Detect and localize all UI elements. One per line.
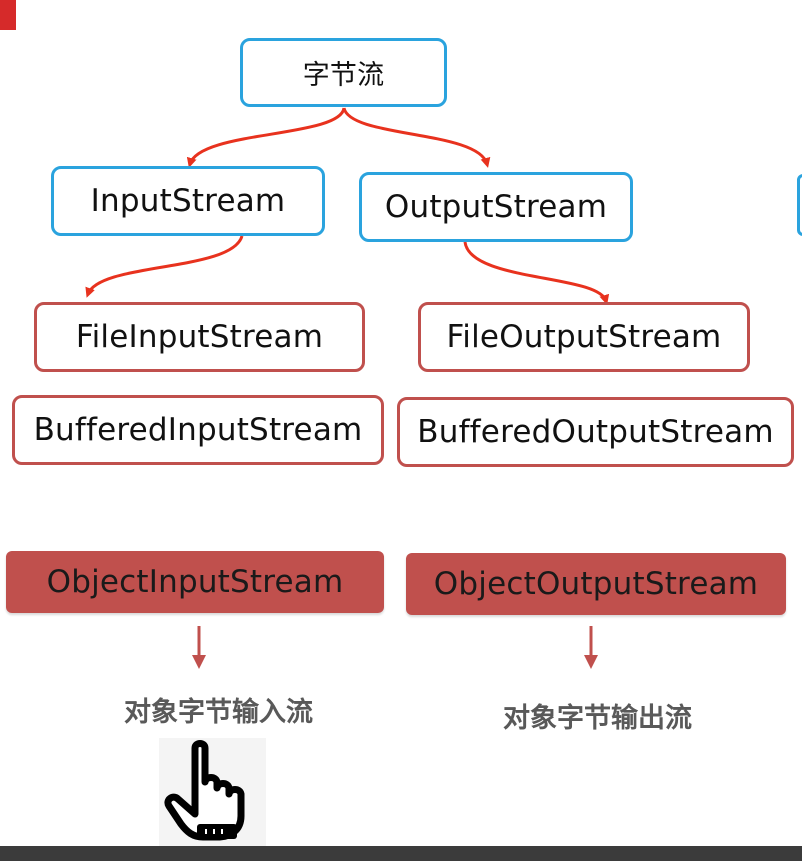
node-buffered-output-stream-label: BufferedOutputStream [417,414,774,450]
node-buffered-output-stream: BufferedOutputStream [397,397,794,467]
object-output-caption: 对象字节输出流 [503,703,692,734]
pointing-hand-icon [159,738,266,846]
bottom-bar [0,846,802,861]
node-output-stream-label: OutputStream [384,189,608,225]
node-file-input-stream-label: FileInputStream [75,319,324,355]
node-object-input-stream: ObjectInputStream [6,551,384,613]
node-input-stream-label: InputStream [90,183,286,219]
node-file-output-stream-label: FileOutputStream [446,319,722,355]
node-object-output-stream-label: ObjectOutputStream [433,566,759,602]
arrow-root-to-output [342,107,491,168]
node-byte-stream: 字节流 [240,38,447,107]
arrow-input-to-file [85,235,244,298]
node-buffered-input-stream: BufferedInputStream [12,395,384,465]
arrow-root-to-input [186,107,346,168]
node-file-input-stream: FileInputStream [34,302,365,372]
node-buffered-input-stream-label: BufferedInputStream [33,412,363,448]
node-object-input-stream-label: ObjectInputStream [46,564,344,600]
node-byte-stream-label: 字节流 [302,60,385,91]
object-input-caption: 对象字节输入流 [124,697,313,728]
node-file-output-stream: FileOutputStream [418,302,750,372]
node-input-stream: InputStream [51,166,325,236]
node-object-output-stream: ObjectOutputStream [406,553,786,615]
arrow-output-to-file [463,241,610,305]
node-output-stream: OutputStream [359,172,633,242]
